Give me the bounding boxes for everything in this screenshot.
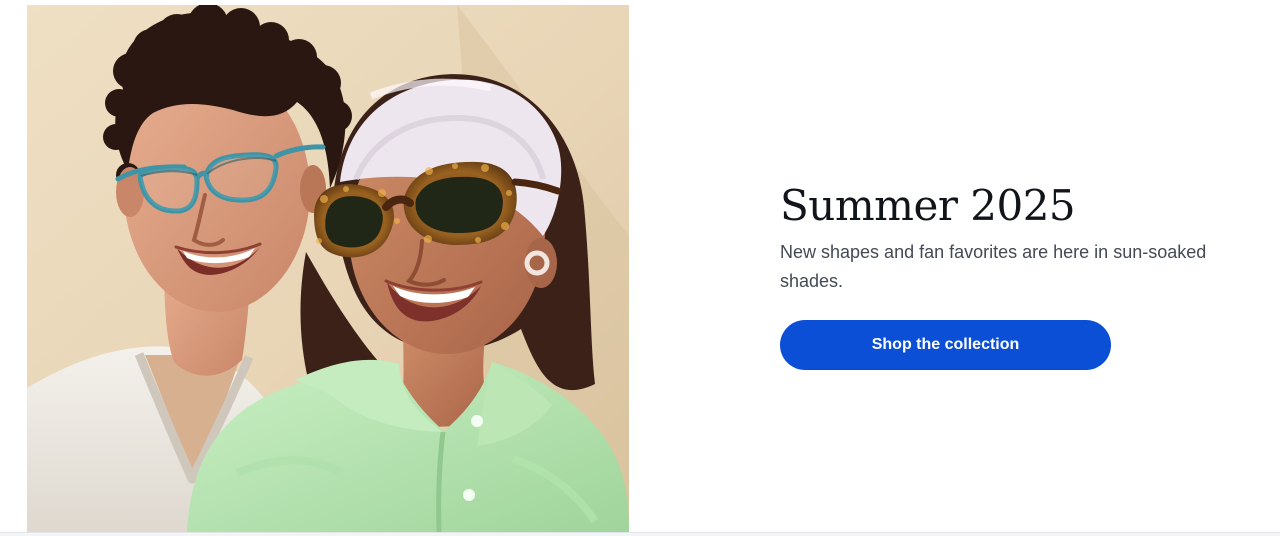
hero-photo-illustration <box>27 5 629 532</box>
bottom-divider <box>0 532 1280 536</box>
hero-image <box>27 5 629 532</box>
hero-banner: Summer 2025 New shapes and fan favorites… <box>0 0 1280 532</box>
hero-subtitle: New shapes and fan favorites are here in… <box>780 242 1207 291</box>
shop-collection-button[interactable]: Shop the collection <box>780 320 1111 370</box>
hero-title: Summer 2025 <box>780 181 1076 230</box>
hero-content: Summer 2025 New shapes and fan favorites… <box>780 180 1250 370</box>
